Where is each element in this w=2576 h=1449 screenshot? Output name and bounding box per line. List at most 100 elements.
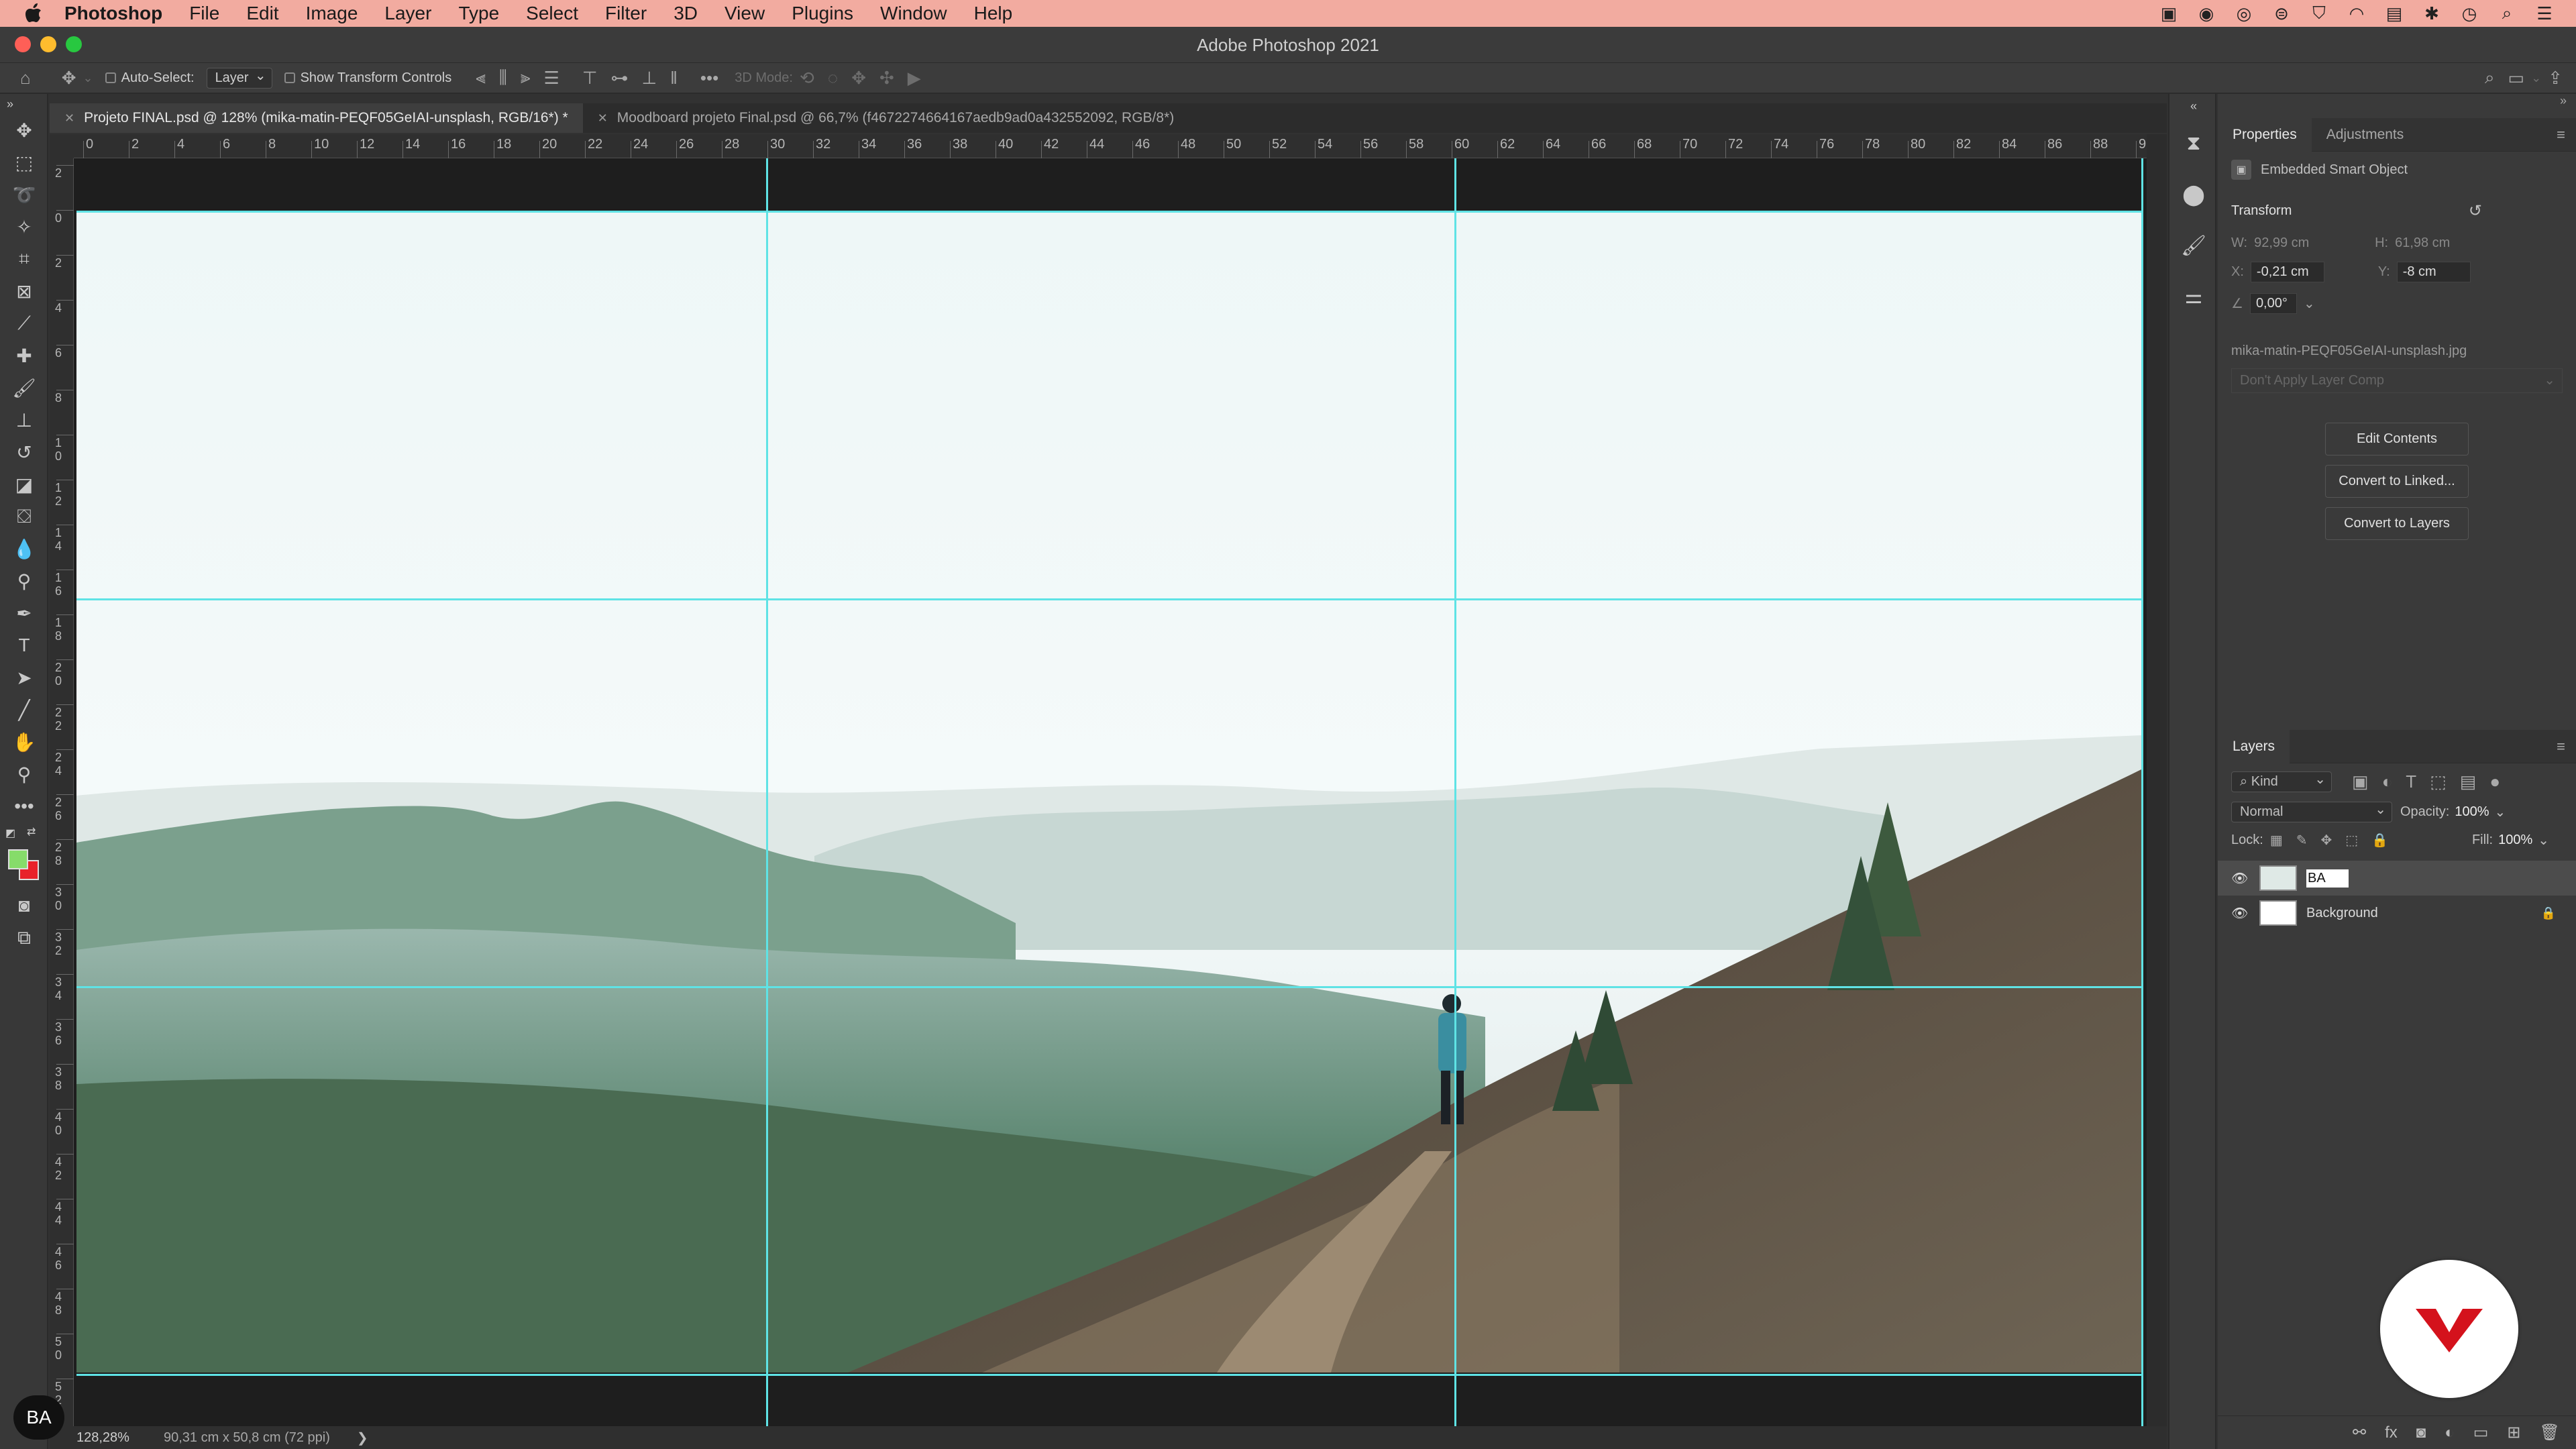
hand-tool-icon[interactable]: ✋: [0, 726, 48, 758]
guide-horizontal[interactable]: [76, 211, 2143, 213]
chevron-down-icon[interactable]: ⌄: [2304, 295, 2315, 312]
vertical-scrollbar[interactable]: [2147, 134, 2167, 1426]
auto-select-dropdown[interactable]: Layer: [206, 67, 272, 89]
align-top-icon[interactable]: ⊤: [582, 68, 598, 89]
search-icon[interactable]: ⌕: [2485, 67, 2495, 89]
move-tool-icon[interactable]: ✥: [0, 114, 48, 146]
sync-icon[interactable]: ◉: [2195, 3, 2218, 23]
link-layers-icon[interactable]: ⚯: [2353, 1423, 2366, 1442]
crop-tool-icon[interactable]: ⌗: [0, 243, 48, 275]
canvas-area[interactable]: [74, 158, 2147, 1426]
tab-properties[interactable]: Properties: [2218, 117, 2312, 152]
status-menu-arrow[interactable]: ❯: [357, 1430, 368, 1446]
lock-pixels-icon[interactable]: ✎: [2296, 832, 2308, 849]
brush-panel-icon[interactable]: 🖌: [2169, 220, 2218, 271]
path-selection-icon[interactable]: ➤: [0, 661, 48, 694]
collapse-panels-icon[interactable]: »: [2218, 94, 2576, 118]
blur-tool-icon[interactable]: 💧: [0, 533, 48, 565]
guide-horizontal[interactable]: [76, 986, 2143, 988]
menu-file[interactable]: File: [176, 0, 233, 27]
visibility-eye-icon[interactable]: 👁: [2231, 870, 2248, 887]
zoom-level[interactable]: 128,28%: [63, 1430, 137, 1446]
cc-icon[interactable]: ◎: [2233, 3, 2255, 23]
share-icon[interactable]: ⇪: [2548, 68, 2563, 89]
history-panel-icon[interactable]: ⧗: [2169, 118, 2218, 169]
guide-horizontal[interactable]: [76, 598, 2143, 600]
transform-controls-checkbox[interactable]: [284, 72, 295, 83]
menu-3d[interactable]: 3D: [660, 0, 711, 27]
visibility-eye-icon[interactable]: 👁: [2231, 905, 2248, 922]
menu-layer[interactable]: Layer: [371, 0, 445, 27]
align-bottom-icon[interactable]: ⊥: [642, 68, 657, 89]
guide-vertical[interactable]: [1454, 158, 1456, 1426]
x-position-field[interactable]: -0,21 cm: [2250, 262, 2324, 282]
angle-field[interactable]: 0,00°: [2249, 293, 2297, 314]
home-icon[interactable]: ⌂: [20, 68, 31, 89]
quick-mask-icon[interactable]: ◙: [0, 890, 48, 922]
type-tool-icon[interactable]: T: [0, 629, 48, 661]
image-filter-icon[interactable]: ▣: [2352, 771, 2369, 792]
creative-cloud-icon[interactable]: ▣: [2157, 3, 2180, 23]
more-options-icon[interactable]: •••: [700, 68, 718, 89]
menu-app-name[interactable]: Photoshop: [51, 0, 176, 27]
menu-view[interactable]: View: [711, 0, 778, 27]
reset-transform-icon[interactable]: ↺: [2469, 201, 2482, 221]
smart-filter-icon[interactable]: ▤: [2460, 771, 2477, 792]
panel-menu-icon[interactable]: ≡: [2557, 738, 2565, 755]
lock-transparent-icon[interactable]: ▦: [2270, 832, 2283, 849]
fill-field[interactable]: 100%: [2498, 833, 2532, 848]
collapse-arrow-icon[interactable]: «: [2169, 94, 2218, 118]
tab-moodboard[interactable]: ✕ Moodboard projeto Final.psd @ 66,7% (f…: [583, 103, 1189, 133]
eyedropper-icon[interactable]: ⟋: [0, 307, 48, 339]
marquee-tool-icon[interactable]: ⬚: [0, 146, 48, 178]
shield-icon[interactable]: ⛉: [2308, 3, 2330, 23]
guide-vertical[interactable]: [766, 158, 768, 1426]
new-group-icon[interactable]: ▭: [2473, 1423, 2489, 1442]
align-right-icon[interactable]: ⫸: [521, 67, 531, 89]
dodge-tool-icon[interactable]: ⚲: [0, 565, 48, 597]
control-center-icon[interactable]: ☰: [2533, 3, 2556, 23]
healing-brush-icon[interactable]: ✚: [0, 339, 48, 372]
menu-image[interactable]: Image: [292, 0, 372, 27]
circle-icon[interactable]: ⊜: [2270, 3, 2293, 23]
stamp-tool-icon[interactable]: ⊥: [0, 404, 48, 436]
tab-adjustments[interactable]: Adjustments: [2312, 118, 2419, 152]
wifi-icon[interactable]: ◠: [2345, 3, 2368, 23]
tab-layers[interactable]: Layers: [2218, 729, 2290, 763]
magic-wand-icon[interactable]: ✧: [0, 211, 48, 243]
distribute-vertical-icon[interactable]: ‖: [670, 68, 678, 89]
distribute-icon[interactable]: ☰: [544, 68, 559, 89]
chevron-down-icon[interactable]: ⌄: [2531, 71, 2541, 85]
new-layer-icon[interactable]: ⊞: [2507, 1423, 2520, 1442]
fx-icon[interactable]: fx: [2385, 1424, 2398, 1442]
layer-comp-dropdown[interactable]: Don't Apply Layer Comp ⌄: [2231, 368, 2563, 393]
default-colors-icon[interactable]: ◩: [5, 826, 15, 840]
y-position-field[interactable]: -8 cm: [2396, 262, 2471, 282]
close-tab-icon[interactable]: ✕: [598, 111, 608, 125]
align-center-icon[interactable]: ⫼: [499, 67, 507, 89]
delete-layer-icon[interactable]: 🗑: [2540, 1423, 2560, 1442]
adjustment-layer-icon[interactable]: ◐: [2445, 1424, 2455, 1442]
swap-colors-icon[interactable]: ⇄: [27, 825, 36, 839]
history-brush-icon[interactable]: ↺: [0, 436, 48, 468]
panel-menu-icon[interactable]: ≡: [2557, 126, 2565, 144]
apple-icon[interactable]: [16, 0, 51, 27]
bluetooth-icon[interactable]: ✱: [2420, 3, 2443, 23]
type-filter-icon[interactable]: T: [2406, 771, 2416, 792]
foreground-color-swatch[interactable]: [8, 849, 28, 869]
edit-contents-button[interactable]: Edit Contents: [2325, 423, 2469, 455]
menu-filter[interactable]: Filter: [592, 0, 660, 27]
vertical-ruler[interactable]: 2 0 2 4 6 8 1 0 1 2 1 4 1 6 1 8 2 0 2 2 2 4 2 6 2 8 3 0 3…: [50, 158, 74, 1426]
menu-select[interactable]: Select: [513, 0, 592, 27]
eraser-tool-icon[interactable]: ◪: [0, 468, 48, 500]
lock-icon[interactable]: 🔒: [2541, 906, 2556, 920]
workspace-icon[interactable]: ▭: [2508, 68, 2525, 89]
paint-bucket-icon[interactable]: ⛋: [0, 500, 48, 533]
brush-tool-icon[interactable]: 🖌: [0, 372, 48, 404]
convert-to-linked-button[interactable]: Convert to Linked...: [2325, 465, 2469, 498]
layer-row-background[interactable]: 👁 Background 🔒: [2218, 896, 2576, 930]
horizontal-ruler[interactable]: 0 2 4 6 8 10 12 14 16 18 20 22 24 26 28 30 32 34 36 38 40 42 4…: [74, 134, 2147, 158]
close-tab-icon[interactable]: ✕: [64, 111, 74, 125]
filter-kind-dropdown[interactable]: ⌕ Kind: [2231, 771, 2332, 792]
clock-icon[interactable]: ◷: [2458, 3, 2481, 23]
